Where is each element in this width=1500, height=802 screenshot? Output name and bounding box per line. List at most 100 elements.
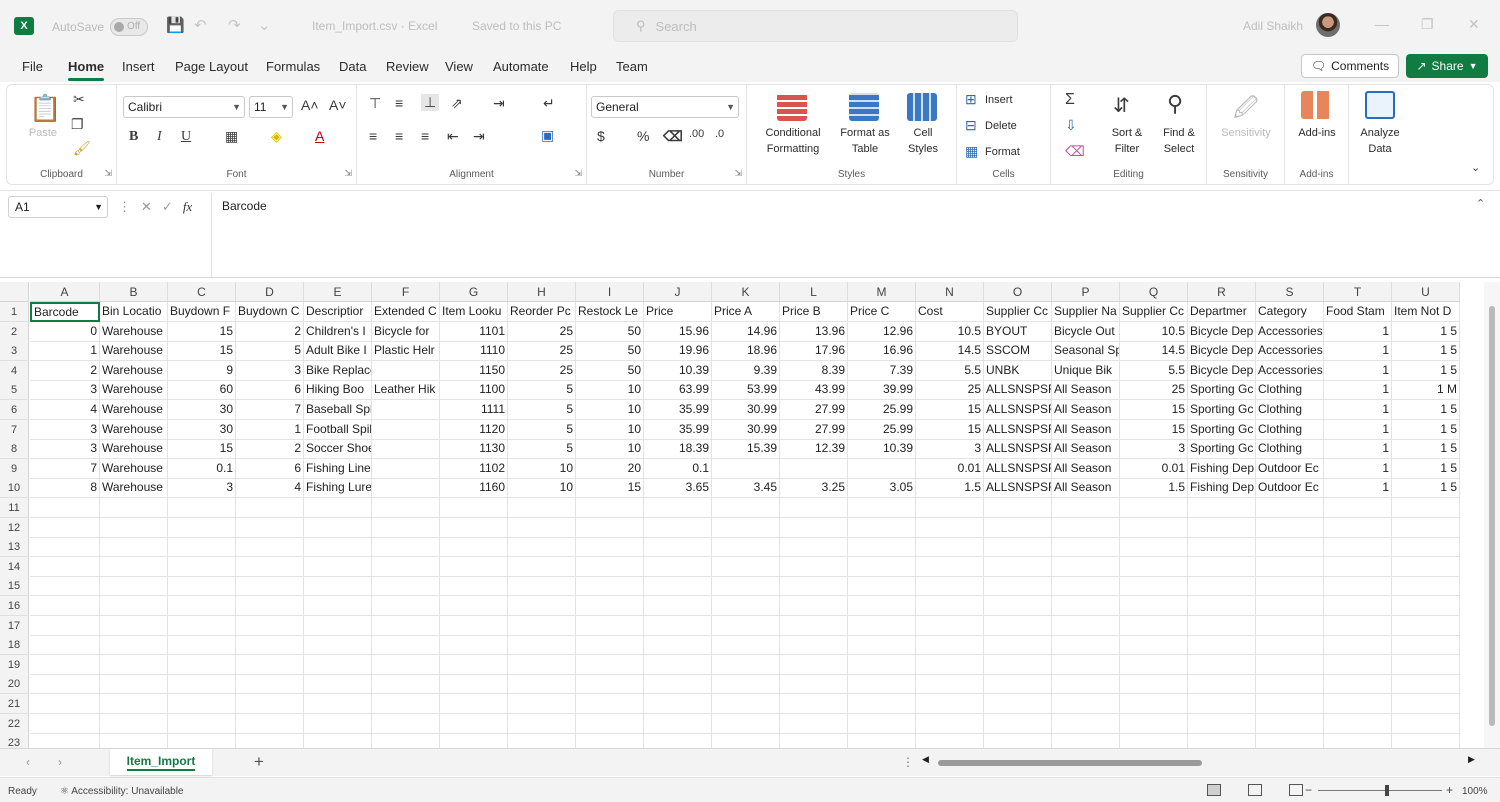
cell-r8[interactable]: Sporting Gc	[1188, 439, 1256, 460]
page-layout-view-icon[interactable]	[1248, 784, 1262, 796]
vertical-scrollbar[interactable]	[1484, 282, 1500, 748]
cell-n18[interactable]	[916, 635, 984, 656]
close-icon[interactable]: ✕	[1468, 16, 1480, 33]
cell-p20[interactable]	[1052, 674, 1120, 695]
cell-a11[interactable]	[30, 498, 100, 518]
sensitivity-button[interactable]: Sensitivity	[1211, 125, 1281, 141]
cell-a15[interactable]	[30, 576, 100, 597]
cell-t7[interactable]: 1	[1324, 419, 1392, 440]
cell-g20[interactable]	[440, 674, 508, 695]
cell-f18[interactable]	[372, 635, 440, 656]
cell-j17[interactable]	[644, 615, 712, 636]
cell-u21[interactable]	[1392, 694, 1460, 714]
cell-a19[interactable]	[30, 654, 100, 675]
cell-l13[interactable]	[780, 537, 848, 558]
cell-f20[interactable]	[372, 674, 440, 695]
cell-c14[interactable]	[168, 556, 236, 577]
cell-s2[interactable]: Accessories	[1256, 321, 1324, 342]
cell-d20[interactable]	[236, 674, 304, 695]
cell-l12[interactable]	[780, 517, 848, 538]
format-as-table-icon[interactable]	[849, 93, 879, 121]
cell-r9[interactable]: Fishing Dep	[1188, 458, 1256, 479]
cell-m4[interactable]: 7.39	[848, 360, 916, 381]
cell-b13[interactable]	[100, 537, 168, 558]
cell-j1[interactable]: Price	[644, 302, 712, 322]
dialog-launcher-icon[interactable]: ⇲	[344, 168, 352, 179]
autosave-control[interactable]: AutoSave Off	[52, 18, 149, 36]
cell-g6[interactable]: 1111	[440, 400, 508, 420]
dialog-launcher-icon[interactable]: ⇲	[574, 168, 582, 179]
cell-e2[interactable]: Children's I	[304, 321, 372, 342]
cell-b9[interactable]: Warehouse	[100, 458, 168, 479]
cell-f3[interactable]: Plastic Helr	[372, 341, 440, 362]
cell-o1[interactable]: Supplier Cc	[984, 302, 1052, 322]
column-header-l[interactable]: L	[780, 282, 848, 302]
cell-n19[interactable]	[916, 654, 984, 675]
cell-e9[interactable]: Fishing Line	[304, 458, 372, 479]
accessibility-status[interactable]: ⚛ Accessibility: Unavailable	[60, 786, 183, 797]
cell-e6[interactable]: Baseball Spikes	[304, 400, 372, 420]
cell-r16[interactable]	[1188, 596, 1256, 616]
cell-m2[interactable]: 12.96	[848, 321, 916, 342]
cell-k5[interactable]: 53.99	[712, 380, 780, 401]
cell-o14[interactable]	[984, 556, 1052, 577]
cell-s11[interactable]	[1256, 498, 1324, 518]
cell-h22[interactable]	[508, 713, 576, 734]
cell-f5[interactable]: Leather Hik	[372, 380, 440, 401]
cell-q7[interactable]: 15	[1120, 419, 1188, 440]
cell-l23[interactable]	[780, 733, 848, 748]
cell-i21[interactable]	[576, 694, 644, 714]
cell-c23[interactable]	[168, 733, 236, 748]
cell-j9[interactable]: 0.1	[644, 458, 712, 479]
cell-u18[interactable]	[1392, 635, 1460, 656]
cell-a23[interactable]	[30, 733, 100, 748]
cell-g4[interactable]: 1150	[440, 360, 508, 381]
cell-c4[interactable]: 9	[168, 360, 236, 381]
cell-c5[interactable]: 60	[168, 380, 236, 401]
column-header-d[interactable]: D	[236, 282, 304, 302]
cell-s23[interactable]	[1256, 733, 1324, 748]
cell-a13[interactable]	[30, 537, 100, 558]
decrease-indent-icon[interactable]: ⇤	[447, 128, 459, 145]
cell-h5[interactable]: 5	[508, 380, 576, 401]
cell-k11[interactable]	[712, 498, 780, 518]
cell-m6[interactable]: 25.99	[848, 400, 916, 420]
cell-i1[interactable]: Restock Le	[576, 302, 644, 322]
cell-o23[interactable]	[984, 733, 1052, 748]
cell-e3[interactable]: Adult Bike I	[304, 341, 372, 362]
cell-n23[interactable]	[916, 733, 984, 748]
cell-a8[interactable]: 3	[30, 439, 100, 460]
cell-i5[interactable]: 10	[576, 380, 644, 401]
cell-t13[interactable]	[1324, 537, 1392, 558]
sort-filter-button[interactable]: Sort & Filter	[1101, 125, 1153, 157]
cell-m14[interactable]	[848, 556, 916, 577]
cell-g15[interactable]	[440, 576, 508, 597]
horizontal-scroll-thumb[interactable]	[938, 760, 1202, 766]
cell-d21[interactable]	[236, 694, 304, 714]
wrap-text-icon[interactable]: ↵	[543, 95, 555, 112]
cell-f12[interactable]	[372, 517, 440, 538]
cell-r13[interactable]	[1188, 537, 1256, 558]
cell-a18[interactable]	[30, 635, 100, 656]
orientation-icon[interactable]: ⇗	[451, 95, 463, 112]
cell-r1[interactable]: Departmer	[1188, 302, 1256, 322]
tab-page-layout[interactable]: Page Layout	[175, 59, 248, 74]
cell-u1[interactable]: Item Not D	[1392, 302, 1460, 322]
cell-j20[interactable]	[644, 674, 712, 695]
row-header-6[interactable]: 6	[0, 400, 29, 420]
cell-l16[interactable]	[780, 596, 848, 616]
cell-p3[interactable]: Seasonal Sp	[1052, 341, 1120, 362]
cell-m5[interactable]: 39.99	[848, 380, 916, 401]
cell-t10[interactable]: 1	[1324, 478, 1392, 499]
cell-o4[interactable]: UNBK	[984, 360, 1052, 381]
align-middle-icon[interactable]: ≡	[395, 95, 403, 111]
add-sheet-icon[interactable]: +	[254, 752, 264, 772]
cell-b11[interactable]	[100, 498, 168, 518]
cell-b16[interactable]	[100, 596, 168, 616]
cell-c15[interactable]	[168, 576, 236, 597]
cell-r5[interactable]: Sporting Gc	[1188, 380, 1256, 401]
formula-content[interactable]: Barcode	[222, 199, 267, 213]
column-header-u[interactable]: U	[1392, 282, 1460, 302]
cut-icon[interactable]: ✂	[73, 91, 85, 108]
cell-q9[interactable]: 0.01	[1120, 458, 1188, 479]
